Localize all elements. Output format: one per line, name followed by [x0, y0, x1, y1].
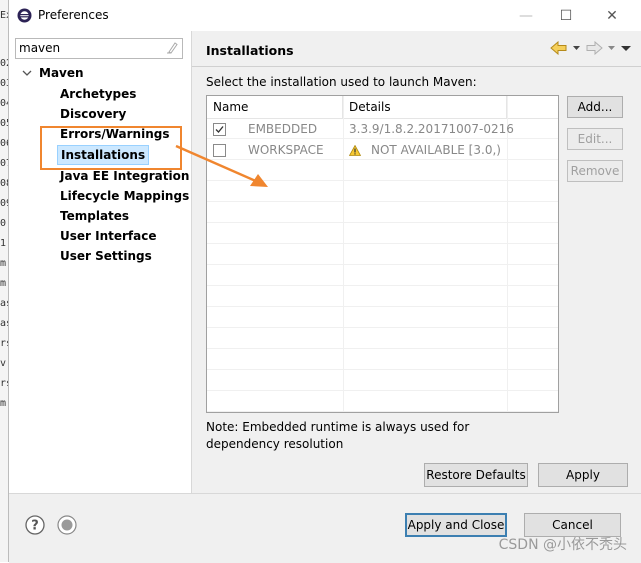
grid-line [207, 286, 558, 307]
svg-text:?: ? [31, 519, 39, 534]
filter-input[interactable] [16, 39, 159, 56]
tree-item-maven[interactable]: Maven [21, 66, 84, 80]
column-header-details[interactable]: Details [343, 96, 507, 118]
help-icon[interactable]: ? [25, 515, 45, 535]
grid-line [207, 265, 558, 286]
tree-item-archetypes[interactable]: Archetypes [57, 84, 192, 104]
installation-name: EMBEDDED [248, 122, 318, 136]
remove-installation-button[interactable]: Remove [567, 160, 623, 182]
column-header-name[interactable]: Name [207, 96, 343, 118]
tree-item-discovery[interactable]: Discovery [57, 104, 192, 124]
eclipse-app-icon [17, 8, 32, 23]
record-preferences-icon[interactable] [57, 515, 77, 535]
page-description: Select the installation used to launch M… [206, 75, 477, 89]
filter-field [15, 38, 183, 59]
header-divider [192, 66, 641, 67]
page-title: Installations [206, 43, 294, 58]
maximize-button[interactable]: ☐ [552, 6, 580, 26]
embedded-runtime-note: Note: Embedded runtime is always used fo… [206, 420, 470, 451]
installations-page: Installations Select the installation us… [192, 31, 641, 493]
background-window-edge: Ex 02 03 04 05 06 07 08 09 0 1 m m as as… [0, 0, 8, 562]
grid-line [207, 328, 558, 349]
watermark: CSDN @小依不秃头 [498, 537, 627, 553]
tree-item-user-interface[interactable]: User Interface [57, 226, 192, 246]
grid-line [207, 391, 558, 412]
view-menu-icon[interactable] [620, 41, 632, 55]
installation-details-text: NOT AVAILABLE [3.0,) [371, 143, 501, 157]
grid-line [207, 370, 558, 391]
annotation-highlight-box [40, 126, 182, 170]
installation-checkbox-embedded[interactable] [213, 123, 226, 136]
tree-item-label: Maven [39, 66, 84, 80]
tree-item-user-settings[interactable]: User Settings [57, 246, 192, 266]
installation-details: 3.3.9/1.8.2.20171007-0216 [349, 119, 514, 140]
installation-details-text: 3.3.9/1.8.2.20171007-0216 [349, 122, 514, 136]
check-mark-icon [215, 126, 224, 133]
tree-item-templates[interactable]: Templates [57, 206, 192, 226]
warning-icon [349, 145, 361, 156]
forward-arrow-icon[interactable] [585, 41, 603, 55]
chevron-down-icon[interactable] [21, 67, 33, 79]
annotation-arrow-icon [175, 144, 268, 187]
edit-installation-button[interactable]: Edit... [567, 128, 623, 150]
add-installation-button[interactable]: Add... [567, 96, 623, 118]
table-row[interactable]: EMBEDDED 3.3.9/1.8.2.20171007-0216 [207, 119, 558, 140]
close-button[interactable]: ✕ [598, 6, 626, 26]
table-header: Name Details [207, 96, 558, 119]
grid-line [207, 307, 558, 328]
minimize-button[interactable]: — [512, 6, 540, 26]
back-arrow-icon[interactable] [550, 41, 568, 55]
back-menu-chevron-icon[interactable] [572, 41, 581, 55]
preferences-tree-pane: Maven Archetypes Discovery Errors/Warnin… [9, 31, 192, 493]
page-navigation [550, 41, 632, 55]
restore-defaults-button[interactable]: Restore Defaults [424, 463, 528, 487]
forward-menu-chevron-icon[interactable] [607, 41, 616, 55]
apply-and-close-button[interactable]: Apply and Close [405, 513, 507, 537]
grid-line [207, 223, 558, 244]
clear-filter-icon[interactable] [166, 41, 178, 54]
grid-line [207, 349, 558, 370]
apply-button[interactable]: Apply [538, 463, 628, 487]
preferences-window: Preferences — ☐ ✕ Maven Archetypes Disco… [8, 0, 641, 563]
window-title: Preferences [38, 8, 109, 22]
title-bar: Preferences — ☐ ✕ [9, 0, 641, 31]
installation-details: NOT AVAILABLE [3.0,) [349, 140, 501, 161]
grid-line [207, 202, 558, 223]
grid-line [207, 244, 558, 265]
